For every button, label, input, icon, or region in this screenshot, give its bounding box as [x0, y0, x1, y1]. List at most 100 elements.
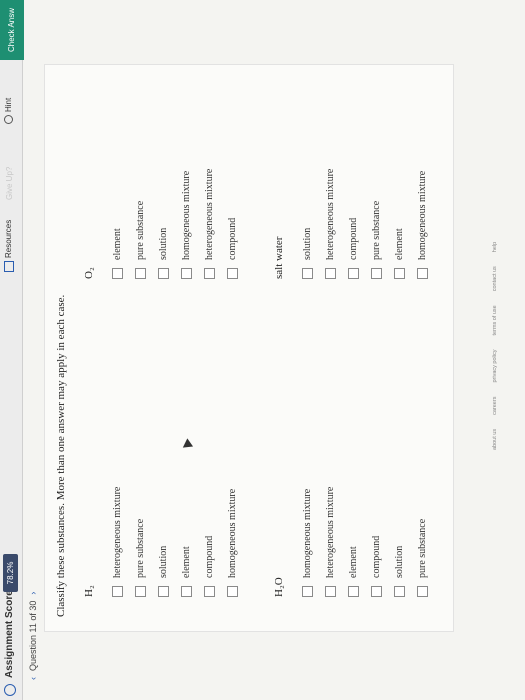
checkbox[interactable] [394, 268, 405, 279]
option[interactable]: element [391, 169, 408, 279]
hint-button[interactable]: Hint [4, 97, 14, 124]
option[interactable]: pure substance [132, 169, 149, 279]
group-h2o: H₂O homogeneous mixture heterogeneous mi… [273, 487, 437, 597]
option-label: element [348, 546, 359, 578]
option[interactable]: compound [201, 487, 218, 597]
option[interactable]: solution [155, 169, 172, 279]
checkbox[interactable] [325, 268, 336, 279]
resources-icon [4, 261, 14, 272]
option[interactable]: compound [224, 169, 241, 279]
option[interactable]: solution [155, 487, 172, 597]
checkbox[interactable] [158, 268, 169, 279]
footer-link[interactable]: terms of use [492, 305, 498, 335]
group-title: O₂ [83, 267, 95, 279]
top-bar: Assignment Score: 78.2% Resources Give U… [0, 0, 24, 700]
footer-link[interactable]: help [492, 242, 498, 252]
score-badge: 78.2% [3, 554, 18, 592]
option-label: homogeneous mixture [181, 170, 192, 260]
resources-label: Resources [4, 219, 14, 258]
option[interactable]: homogeneous mixture [224, 487, 241, 597]
checkbox[interactable] [371, 268, 382, 279]
group-title: H₂O [273, 577, 285, 597]
option-label: compound [227, 217, 238, 260]
footer-link[interactable]: privacy policy [492, 350, 498, 383]
option[interactable]: heterogeneous mixture [109, 487, 126, 597]
checkbox[interactable] [112, 586, 123, 597]
option[interactable]: element [109, 169, 126, 279]
option[interactable]: pure substance [132, 487, 149, 597]
group-salt-water: salt water solution heterogeneous mixtur… [273, 169, 437, 279]
option-label: solution [302, 227, 313, 260]
option[interactable]: homogeneous mixture [414, 169, 431, 279]
resources-button[interactable]: Resources [4, 220, 14, 272]
option-label: element [394, 228, 405, 260]
hint-label: Hint [4, 97, 13, 112]
option-label: solution [158, 545, 169, 578]
checkbox[interactable] [417, 268, 428, 279]
checkbox[interactable] [302, 268, 313, 279]
checkbox[interactable] [181, 586, 192, 597]
footer-link[interactable]: contact us [492, 266, 498, 291]
prev-question-icon[interactable]: ‹ [28, 677, 38, 680]
checkbox[interactable] [302, 586, 313, 597]
checkbox[interactable] [158, 586, 169, 597]
option-label: homogeneous mixture [302, 488, 313, 578]
option[interactable]: element [345, 487, 362, 597]
check-answer-button[interactable]: Check Answ [0, 0, 24, 60]
question-nav: ‹ Question 11 of 30 › [28, 586, 38, 686]
question-prompt: Classify these substances. More than one… [55, 294, 67, 617]
checkbox[interactable] [348, 586, 359, 597]
checkbox[interactable] [204, 268, 215, 279]
option[interactable]: solution [299, 169, 316, 279]
checkbox[interactable] [227, 268, 238, 279]
option-label: solution [394, 545, 405, 578]
option-label: pure substance [135, 518, 146, 578]
next-question-icon[interactable]: › [28, 592, 38, 595]
option-label: compound [204, 535, 215, 578]
checkbox[interactable] [417, 586, 428, 597]
option-label: compound [348, 217, 359, 260]
option[interactable]: pure substance [368, 169, 385, 279]
checkbox[interactable] [204, 586, 215, 597]
footer-link[interactable]: about us [492, 429, 498, 450]
option-label: element [112, 228, 123, 260]
checkbox[interactable] [181, 268, 192, 279]
score-info-icon[interactable] [4, 684, 16, 696]
option-label: heterogeneous mixture [325, 168, 336, 260]
option-label: pure substance [371, 200, 382, 260]
checkbox[interactable] [135, 586, 146, 597]
option-label: solution [158, 227, 169, 260]
option[interactable]: heterogeneous mixture [322, 169, 339, 279]
option-label: heterogeneous mixture [204, 168, 215, 260]
option[interactable]: heterogeneous mixture [322, 487, 339, 597]
option[interactable]: element [178, 487, 195, 597]
option[interactable]: pure substance [414, 487, 431, 597]
footer-links: about us careers privacy policy terms of… [492, 242, 498, 450]
option[interactable]: compound [345, 169, 362, 279]
footer-link[interactable]: careers [492, 397, 498, 415]
checkbox[interactable] [371, 586, 382, 597]
option[interactable]: homogeneous mixture [299, 487, 316, 597]
group-o2: O₂ element pure substance solution homog… [83, 169, 247, 279]
group-title: H₂ [83, 585, 95, 597]
checkbox[interactable] [135, 268, 146, 279]
option[interactable]: solution [391, 487, 408, 597]
hint-icon [4, 115, 14, 124]
rotated-page: Assignment Score: 78.2% Resources Give U… [0, 0, 525, 700]
group-title: salt water [273, 236, 285, 279]
checkbox[interactable] [112, 268, 123, 279]
option-label: heterogeneous mixture [112, 486, 123, 578]
option[interactable]: compound [368, 487, 385, 597]
option-label: element [181, 546, 192, 578]
checkbox[interactable] [348, 268, 359, 279]
option-label: pure substance [135, 200, 146, 260]
checkbox[interactable] [325, 586, 336, 597]
question-card: Classify these substances. More than one… [44, 64, 454, 632]
checkbox[interactable] [227, 586, 238, 597]
assignment-score-label: Assignment Score: [4, 586, 15, 678]
give-up-button[interactable]: Give Up? [5, 167, 14, 200]
option[interactable]: heterogeneous mixture [201, 169, 218, 279]
option[interactable]: homogeneous mixture [178, 169, 195, 279]
checkbox[interactable] [394, 586, 405, 597]
question-counter: Question 11 of 30 [28, 600, 38, 671]
